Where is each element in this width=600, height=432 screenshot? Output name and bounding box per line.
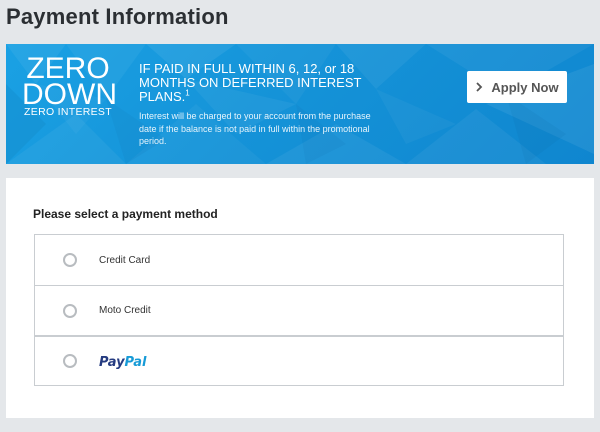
page-title: Payment Information bbox=[6, 4, 229, 29]
promo-banner: ZERO DOWN ZERO INTEREST IF PAID IN FULL … bbox=[6, 44, 594, 164]
payment-option-credit-card[interactable]: Credit Card bbox=[35, 235, 563, 285]
svg-text:PayPal: PayPal bbox=[99, 355, 147, 369]
footnote-mark: 1 bbox=[185, 88, 190, 98]
badge-subtitle: ZERO INTEREST bbox=[24, 106, 112, 118]
zero-down-badge: ZERO DOWN bbox=[22, 54, 117, 111]
payment-method-card: Please select a payment method Credit Ca… bbox=[6, 178, 594, 418]
promo-headline-text: IF PAID IN FULL WITHIN 6, 12, or 18 MONT… bbox=[139, 61, 362, 104]
promo-headline: IF PAID IN FULL WITHIN 6, 12, or 18 MONT… bbox=[139, 62, 369, 104]
apply-now-button[interactable]: Apply Now bbox=[467, 71, 567, 103]
radio-moto-credit[interactable] bbox=[63, 303, 77, 318]
payment-option-paypal[interactable]: PayPal bbox=[35, 335, 563, 385]
option-label-moto-credit: Moto Credit bbox=[99, 305, 151, 316]
radio-paypal[interactable] bbox=[63, 354, 77, 368]
chevron-right-icon bbox=[476, 82, 483, 92]
option-label-credit-card: Credit Card bbox=[99, 254, 151, 266]
payment-option-moto-credit[interactable]: Moto Credit bbox=[35, 285, 563, 335]
badge-line-down: DOWN bbox=[22, 78, 117, 111]
promo-fine-print: Interest will be charged to your account… bbox=[139, 111, 371, 146]
payment-options-list: Credit Card Moto Credit PayPal bbox=[34, 234, 564, 386]
radio-credit-card[interactable] bbox=[63, 253, 77, 267]
apply-now-label: Apply Now bbox=[491, 79, 559, 95]
paypal-logo: PayPal bbox=[99, 355, 147, 369]
payment-section-title: Please select a payment method bbox=[33, 207, 218, 221]
